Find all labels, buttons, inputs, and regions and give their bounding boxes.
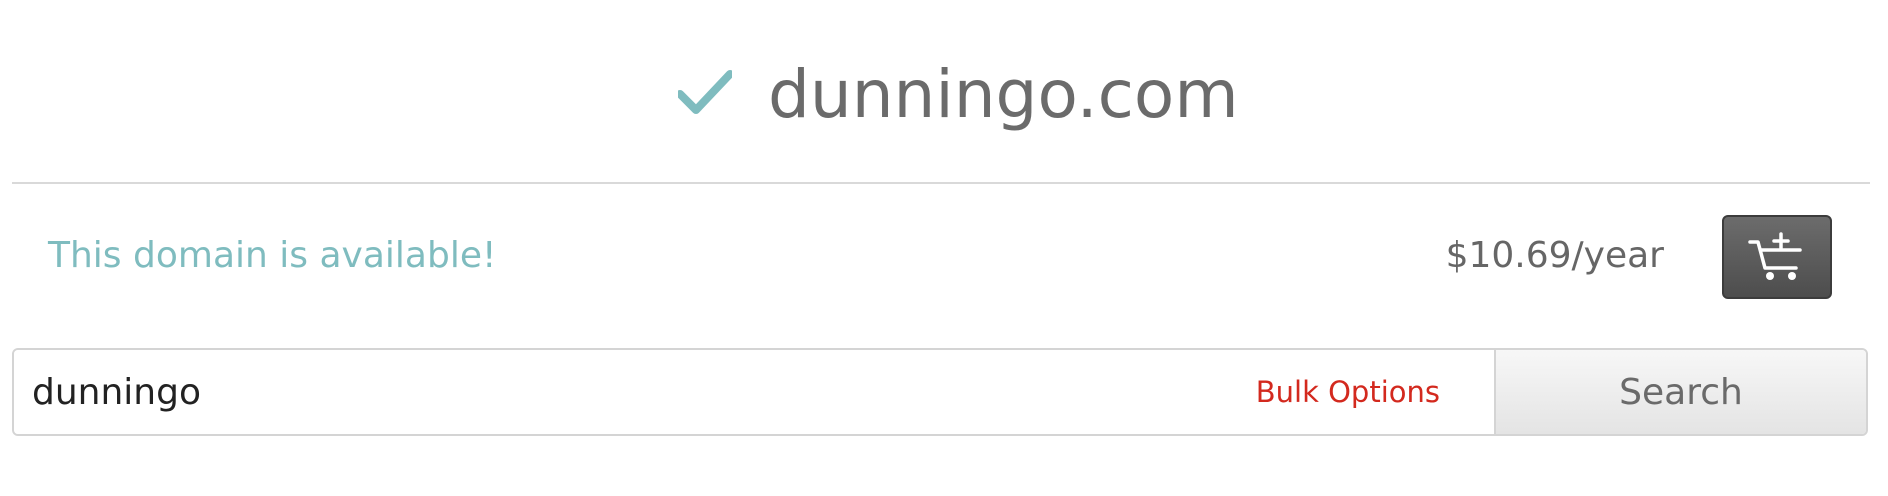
checkmark-icon xyxy=(678,70,732,114)
domain-search-result: dunningo.com This domain is available! $… xyxy=(0,0,1888,496)
divider xyxy=(12,182,1870,184)
domain-name-title: dunningo.com xyxy=(768,56,1239,133)
domain-search-bar: Bulk Options Search xyxy=(12,348,1868,436)
availability-message: This domain is available! xyxy=(48,235,497,276)
add-to-cart-button[interactable] xyxy=(1722,215,1832,299)
domain-price: $10.69/year xyxy=(1445,235,1664,276)
add-to-cart-icon xyxy=(1748,232,1802,280)
search-button[interactable]: Search xyxy=(1494,350,1866,434)
domain-search-input[interactable] xyxy=(14,350,1256,434)
bulk-options-link[interactable]: Bulk Options xyxy=(1255,350,1494,434)
